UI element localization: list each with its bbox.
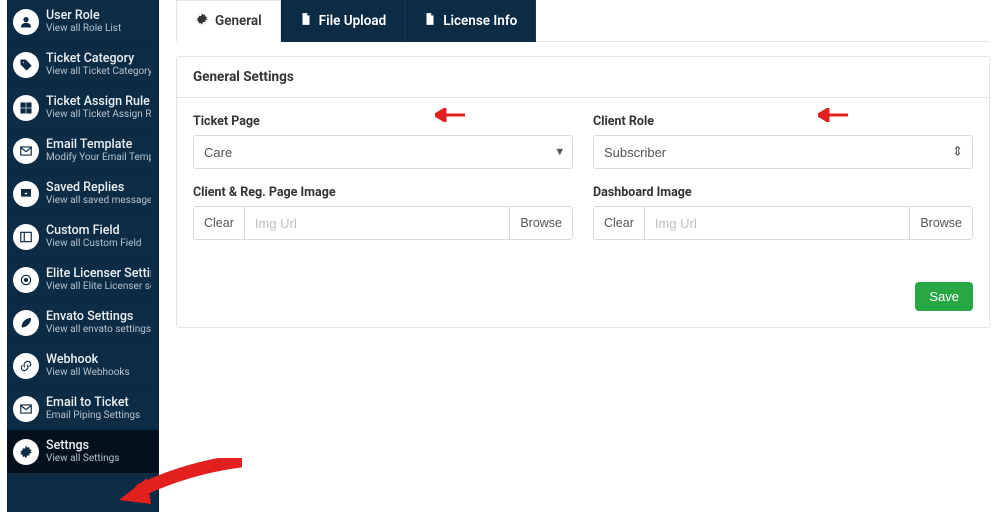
sidebar-item-title: Email Template (46, 137, 151, 152)
sidebar-item-sub: View all Ticket Assign Rule (46, 109, 151, 121)
inbox-icon (13, 181, 39, 207)
link-icon (13, 353, 39, 379)
gear-icon (13, 439, 39, 465)
client-role-label: Client Role (593, 114, 973, 129)
sidebar-item-envato-settings[interactable]: Envato SettingsView all envato settings (7, 301, 159, 344)
sidebar-item-title: Webhook (46, 352, 130, 367)
sidebar-item-webhook[interactable]: WebhookView all Webhooks (7, 344, 159, 387)
sidebar-item-sub: Modify Your Email Template (46, 152, 151, 164)
panel-footer: Save (177, 272, 989, 327)
file-icon (423, 12, 437, 30)
tab-license-info[interactable]: License Info (405, 0, 536, 42)
sidebar-item-title: User Role (46, 8, 121, 23)
tab-general[interactable]: General (176, 0, 281, 42)
sidebar-item-title: Settngs (46, 438, 119, 453)
client-reg-image-label: Client & Reg. Page Image (193, 185, 573, 200)
sidebar-item-sub: View all Ticket Category (46, 66, 151, 78)
tab-file-upload[interactable]: File Upload (281, 0, 406, 42)
panel-header: General Settings (177, 57, 989, 98)
sidebar-item-sub: View all Webhooks (46, 367, 130, 379)
sidebar-item-custom-field[interactable]: Custom FieldView all Custom Field (7, 215, 159, 258)
save-button[interactable]: Save (915, 282, 973, 311)
ticket-page-field: Ticket Page Care ▾ (193, 114, 573, 169)
sidebar-item-title: Elite Licenser Setting (46, 266, 151, 281)
grid-icon (13, 95, 39, 121)
sidebar-item-title: Ticket Assign Rule (46, 94, 151, 109)
gear-icon (195, 12, 209, 30)
sidebar-item-title: Ticket Category (46, 51, 151, 66)
user-icon (13, 9, 39, 35)
dashboard-image-label: Dashboard Image (593, 185, 973, 200)
dashboard-browse-button[interactable]: Browse (910, 206, 973, 240)
main: General File Upload License Info General S… (176, 0, 990, 512)
ticket-page-select[interactable]: Care (193, 135, 573, 169)
client-role-field: Client Role Subscriber ⇕ (593, 114, 973, 169)
sidebar-item-settngs[interactable]: SettngsView all Settings (7, 430, 159, 473)
sidebar-item-title: Email to Ticket (46, 395, 140, 410)
tabs: General File Upload License Info (176, 0, 990, 42)
sidebar-item-elite-licenser-setting[interactable]: Elite Licenser SettingView all Elite Lic… (7, 258, 159, 301)
badge-icon (13, 267, 39, 293)
tab-label: License Info (443, 13, 517, 29)
sidebar-item-title: Custom Field (46, 223, 142, 238)
sidebar-item-ticket-category[interactable]: Ticket CategoryView all Ticket Category (7, 43, 159, 86)
mail-icon (13, 138, 39, 164)
tag-icon (13, 52, 39, 78)
sidebar-item-title: Envato Settings (46, 309, 151, 324)
client-role-select[interactable]: Subscriber (593, 135, 973, 169)
sidebar-item-sub: View all Custom Field (46, 238, 142, 250)
client-reg-image-input[interactable] (244, 206, 510, 240)
tab-label: File Upload (319, 13, 387, 29)
leaf-icon (13, 310, 39, 336)
sidebar-item-sub: View all envato settings (46, 324, 151, 336)
general-settings-panel: General Settings Ticket Page Care ▾ Clie… (176, 56, 990, 328)
sidebar-item-sub: View all Settings (46, 453, 119, 465)
sidebar: User RoleView all Role ListTicket Catego… (7, 0, 159, 512)
dashboard-image-field: Dashboard Image Clear Browse (593, 185, 973, 240)
client-reg-clear-button[interactable]: Clear (193, 206, 244, 240)
sidebar-item-user-role[interactable]: User RoleView all Role List (7, 0, 159, 43)
panel-icon (13, 224, 39, 250)
dashboard-image-input[interactable] (644, 206, 910, 240)
file-icon (299, 12, 313, 30)
sidebar-item-email-to-ticket[interactable]: Email to TicketEmail Piping Settings (7, 387, 159, 430)
client-reg-image-field: Client & Reg. Page Image Clear Browse (193, 185, 573, 240)
sidebar-item-email-template[interactable]: Email TemplateModify Your Email Template (7, 129, 159, 172)
mail-icon (13, 396, 39, 422)
panel-body: Ticket Page Care ▾ Client Role Subscribe… (177, 98, 989, 272)
tab-label: General (215, 13, 262, 29)
sidebar-item-title: Saved Replies (46, 180, 151, 195)
sidebar-item-sub: Email Piping Settings (46, 410, 140, 422)
sidebar-item-sub: View all saved message (46, 195, 151, 207)
dashboard-clear-button[interactable]: Clear (593, 206, 644, 240)
client-reg-browse-button[interactable]: Browse (510, 206, 573, 240)
sidebar-item-sub: View all Role List (46, 23, 121, 35)
sidebar-item-saved-replies[interactable]: Saved RepliesView all saved message (7, 172, 159, 215)
ticket-page-label: Ticket Page (193, 114, 573, 129)
sidebar-item-ticket-assign-rule[interactable]: Ticket Assign RuleView all Ticket Assign… (7, 86, 159, 129)
sidebar-item-sub: View all Elite Licenser settings (46, 281, 151, 293)
